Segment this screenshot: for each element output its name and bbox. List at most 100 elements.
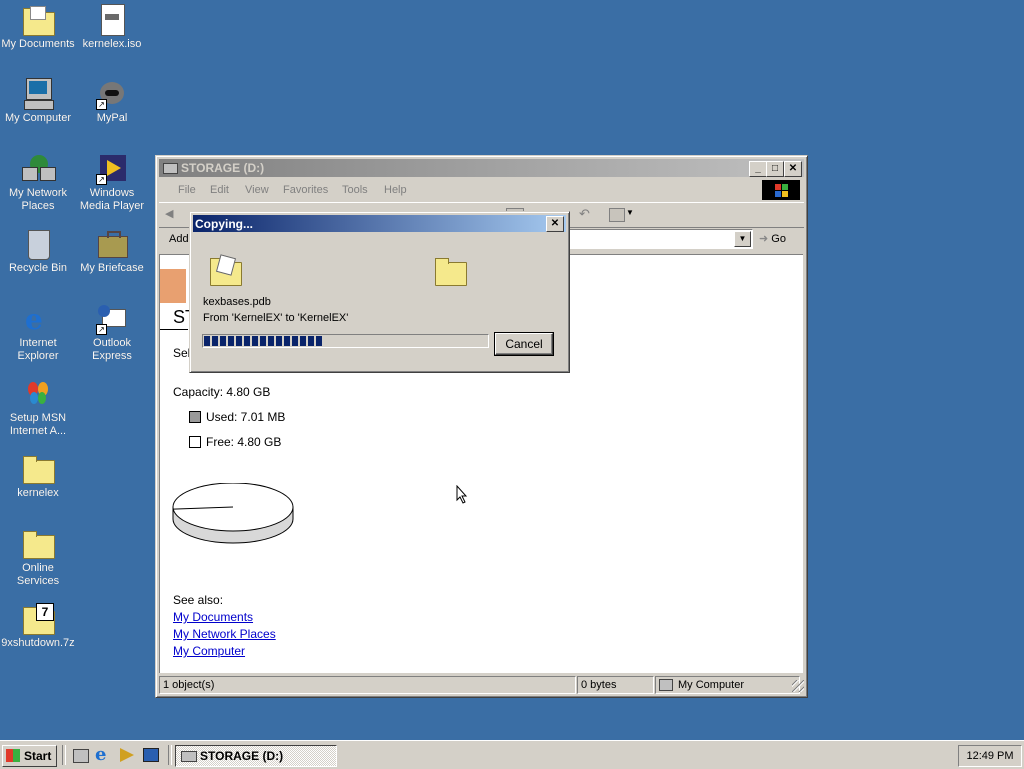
status-size: 0 bytes <box>577 676 654 694</box>
undo-button[interactable]: ↶ <box>579 206 590 222</box>
used-swatch <box>189 411 201 423</box>
copy-progress-fill <box>204 336 323 346</box>
start-button[interactable]: Start <box>2 745 57 767</box>
see-also-label: See also: <box>173 593 224 607</box>
desktop-icon-online-services[interactable]: Online Services <box>0 528 76 588</box>
taskbar-window-label: STORAGE (D:) <box>200 749 284 763</box>
desktop-icon-my-briefcase[interactable]: My Briefcase <box>74 228 150 275</box>
menu-file[interactable]: File <box>178 184 196 196</box>
chevron-down-icon[interactable]: ▼ <box>734 231 751 247</box>
media-player-icon: ↗ <box>96 153 128 185</box>
computer-icon <box>659 679 673 692</box>
address-label: Add <box>169 233 189 245</box>
drive-icon <box>181 751 197 762</box>
quicklaunch-media-player-icon[interactable] <box>120 748 134 762</box>
quicklaunch-desktop-icon[interactable] <box>73 749 89 763</box>
windows-flag-icon <box>6 749 20 762</box>
shortcut-arrow-icon: ↗ <box>96 99 107 110</box>
status-object-count: 1 object(s) <box>159 676 576 694</box>
recycle-bin-icon <box>22 228 54 260</box>
folder-documents-icon <box>22 4 55 36</box>
minimize-button[interactable]: _ <box>749 161 767 177</box>
start-label: Start <box>24 749 52 763</box>
desktop-icon-my-computer[interactable]: My Computer <box>0 78 76 125</box>
window-title: STORAGE (D:) <box>181 161 265 175</box>
desktop-icon-outlook-express[interactable]: ↗ Outlook Express <box>74 303 150 363</box>
free-text: Free: 4.80 GB <box>206 435 282 449</box>
desktop-icon-label: My Documents <box>1 38 75 50</box>
quicklaunch-ie-icon[interactable]: e <box>95 744 106 765</box>
window-titlebar[interactable]: STORAGE (D:) _ □ ✕ <box>159 159 804 177</box>
menu-help[interactable]: Help <box>384 184 407 196</box>
desktop-icon-label: Online Services <box>16 562 60 587</box>
desktop-icon-recycle-bin[interactable]: Recycle Bin <box>0 228 76 275</box>
windows-logo-icon <box>762 180 800 200</box>
desktop-icon-setup-msn[interactable]: Setup MSN Internet A... <box>0 378 76 438</box>
menu-tools[interactable]: Tools <box>342 184 368 196</box>
menu-bar: File Edit View Favorites Tools Help <box>159 180 804 200</box>
computer-icon <box>22 78 54 110</box>
folder-icon <box>22 453 55 485</box>
cancel-button[interactable]: Cancel <box>494 332 554 356</box>
desktop-icon-label: MyPal <box>96 112 128 124</box>
dialog-close-button[interactable]: ✕ <box>546 216 564 232</box>
free-swatch <box>189 436 201 448</box>
desktop-icon-label: My Briefcase <box>80 262 144 274</box>
status-zone-label: My Computer <box>678 679 745 691</box>
maximize-button[interactable]: □ <box>766 161 784 177</box>
copy-from-to: From 'KernelEX' to 'KernelEX' <box>203 312 349 324</box>
quicklaunch-outlook-icon[interactable] <box>143 748 159 762</box>
taskbar-separator-2 <box>168 745 172 765</box>
link-my-network-places[interactable]: My Network Places <box>173 627 276 641</box>
desktop-icon-my-documents[interactable]: My Documents <box>0 4 76 51</box>
capacity-text: Capacity: 4.80 GB <box>173 385 271 399</box>
desktop-icon-label: 9xshutdown.7z <box>1 637 75 649</box>
iso-file-icon <box>96 4 128 36</box>
menu-favorites[interactable]: Favorites <box>283 184 328 196</box>
taskbar-separator <box>62 745 66 765</box>
taskbar-window-storage[interactable]: STORAGE (D:) <box>175 745 337 767</box>
desktop-icon-label: Setup MSN Internet A... <box>9 412 67 437</box>
taskbar: Start e STORAGE (D:) 12:49 PM <box>0 740 1024 769</box>
back-button[interactable]: ◀ <box>165 207 179 221</box>
views-button[interactable] <box>609 208 625 222</box>
dialog-titlebar[interactable]: Copying... ✕ <box>193 215 566 232</box>
desktop-icon-kernelex-folder[interactable]: kernelex <box>0 453 76 500</box>
desktop-icon-9xshutdown[interactable]: 7 9xshutdown.7z <box>0 603 76 650</box>
link-my-computer[interactable]: My Computer <box>173 644 245 658</box>
mouse-cursor <box>456 485 468 504</box>
header-underline <box>160 329 188 330</box>
desktop-icon-label: Internet Explorer <box>17 337 59 362</box>
status-bar: 1 object(s) 0 bytes My Computer <box>159 676 804 694</box>
menu-edit[interactable]: Edit <box>210 184 229 196</box>
dialog-title: Copying... <box>195 217 253 231</box>
go-arrow-icon: ➜ <box>759 233 769 245</box>
desktop-icon-label: My Computer <box>4 112 72 124</box>
ie-icon: e <box>25 303 43 336</box>
link-my-documents[interactable]: My Documents <box>173 610 253 624</box>
drive-header-icon <box>160 269 186 303</box>
shortcut-arrow-icon: ↗ <box>96 324 107 335</box>
shortcut-arrow-icon: ↗ <box>96 174 107 185</box>
go-button[interactable]: ➜ Go <box>759 231 799 247</box>
copying-dialog[interactable]: Copying... ✕ kexbases.pdb From 'KernelEX… <box>189 211 570 373</box>
desktop-icon-label: Windows Media Player <box>79 187 145 212</box>
copy-progress-bar <box>202 334 489 348</box>
close-button[interactable]: ✕ <box>784 161 802 177</box>
views-dropdown-icon[interactable]: ▼ <box>626 208 634 217</box>
desktop-icon-my-network-places[interactable]: My Network Places <box>0 153 76 213</box>
7z-archive-icon: 7 <box>22 603 55 635</box>
desktop-icon-label: kernelex <box>17 487 59 499</box>
desktop-icon-kernelex-iso[interactable]: kernelex.iso <box>74 4 150 51</box>
folder-icon <box>22 528 55 560</box>
used-text: Used: 7.01 MB <box>206 410 286 424</box>
desktop-icon-windows-media-player[interactable]: ↗ Windows Media Player <box>74 153 150 213</box>
drive-icon <box>163 163 178 174</box>
system-tray-clock[interactable]: 12:49 PM <box>958 745 1022 767</box>
desktop-icon-mypal[interactable]: ↗ MyPal <box>74 78 150 125</box>
desktop-icon-label: Recycle Bin <box>8 262 68 274</box>
desktop-icon-internet-explorer[interactable]: e Internet Explorer <box>0 303 76 363</box>
menu-view[interactable]: View <box>245 184 269 196</box>
briefcase-icon <box>96 228 128 260</box>
resize-grip[interactable] <box>792 680 804 692</box>
